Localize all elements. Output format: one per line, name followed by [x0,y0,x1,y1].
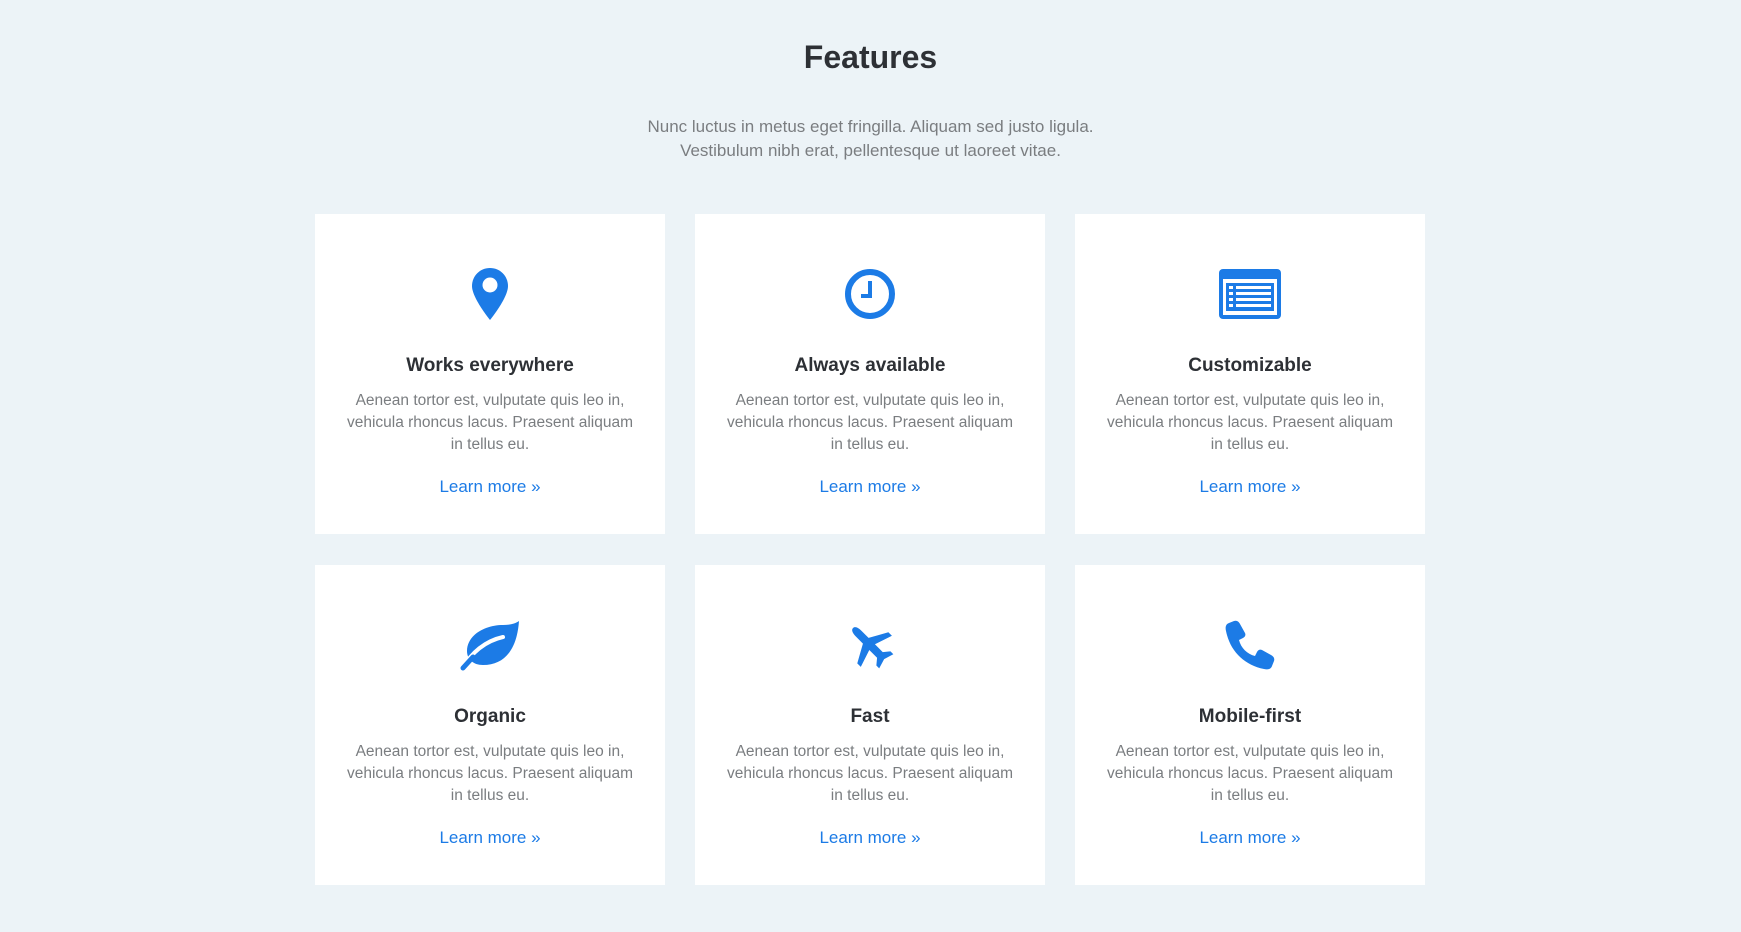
feature-title: Works everywhere [406,355,574,376]
feature-description: Aenean tortor est, vulputate quis leo in… [1106,392,1394,453]
map-marker-icon [315,266,665,322]
feature-description: Aenean tortor est, vulputate quis leo in… [726,392,1014,453]
feature-description: Aenean tortor est, vulputate quis leo in… [346,392,634,453]
features-section: Features Nunc luctus in metus eget fring… [0,0,1741,932]
learn-more-link[interactable]: Learn more » [1199,476,1300,498]
feature-description: Aenean tortor est, vulputate quis leo in… [346,743,634,804]
feature-card-organic: Organic Aenean tortor est, vulputate qui… [315,565,665,885]
learn-more-link[interactable]: Learn more » [819,827,920,849]
plane-icon [695,617,1045,673]
feature-title: Mobile-first [1198,706,1302,727]
phone-icon [1075,617,1425,673]
leaf-icon [315,617,665,673]
learn-more-link[interactable]: Learn more » [819,476,920,498]
feature-description: Aenean tortor est, vulputate quis leo in… [726,743,1014,804]
subtitle-line: Vestibulum nibh erat, pellentesque ut la… [680,141,1061,160]
features-grid: Works everywhere Aenean tortor est, vulp… [315,214,1425,885]
learn-more-link[interactable]: Learn more » [1199,827,1300,849]
feature-card-customizable: Customizable Aenean tortor est, vulputat… [1075,214,1425,534]
feature-card-works-everywhere: Works everywhere Aenean tortor est, vulp… [315,214,665,534]
feature-title: Customizable [1188,355,1312,376]
subtitle-line: Nunc luctus in metus eget fringilla. Ali… [647,117,1094,136]
feature-card-mobile-first: Mobile-first Aenean tortor est, vulputat… [1075,565,1425,885]
feature-card-fast: Fast Aenean tortor est, vulputate quis l… [695,565,1045,885]
feature-description: Aenean tortor est, vulputate quis leo in… [1106,743,1394,804]
list-icon [1075,266,1425,322]
feature-title: Fast [850,706,890,727]
learn-more-link[interactable]: Learn more » [439,476,540,498]
clock-icon [695,266,1045,322]
learn-more-link[interactable]: Learn more » [439,827,540,849]
section-subtitle: Nunc luctus in metus eget fringilla. Ali… [611,115,1131,163]
section-title: Features [803,39,938,75]
feature-title: Organic [454,706,526,727]
feature-title: Always available [794,355,946,376]
feature-card-always-available: Always available Aenean tortor est, vulp… [695,214,1045,534]
